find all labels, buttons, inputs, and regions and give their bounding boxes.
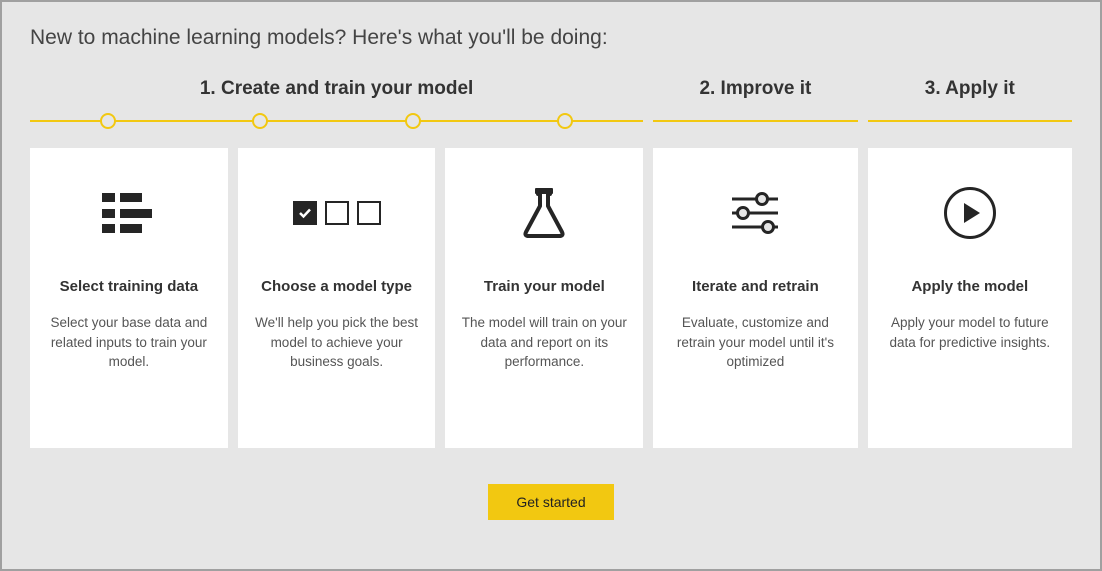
step-node-4 (557, 113, 573, 129)
step-progress-2 (653, 112, 857, 130)
step-progress-line (868, 120, 1072, 122)
card-apply-model: Apply the model Apply your model to futu… (868, 148, 1072, 448)
cards-row-2: Iterate and retrain Evaluate, customize … (653, 148, 857, 448)
card-title: Iterate and retrain (692, 278, 819, 295)
card-title: Select training data (60, 278, 198, 295)
intro-heading: New to machine learning models? Here's w… (30, 26, 1072, 50)
card-description: We'll help you pick the best model to ac… (254, 313, 420, 372)
card-train-model: Train your model The model will train on… (445, 148, 643, 448)
card-title: Choose a model type (261, 278, 412, 295)
sliders-icon (728, 186, 782, 240)
list-icon (102, 186, 156, 240)
checkbox-icon (293, 186, 381, 240)
card-title: Train your model (484, 278, 605, 295)
card-description: Select your base data and related inputs… (46, 313, 212, 372)
steps-row: 1. Create and train your model (30, 78, 1072, 448)
cards-row-3: Apply the model Apply your model to futu… (868, 148, 1072, 448)
flask-icon (521, 186, 567, 240)
card-description: Evaluate, customize and retrain your mod… (669, 313, 841, 372)
card-description: Apply your model to future data for pred… (884, 313, 1056, 352)
step-header-1: 1. Create and train your model (30, 78, 643, 100)
step-progress-line (653, 120, 857, 122)
step-group-apply: 3. Apply it Apply the model Apply your m… (868, 78, 1072, 448)
step-header-3: 3. Apply it (868, 78, 1072, 100)
card-iterate-retrain: Iterate and retrain Evaluate, customize … (653, 148, 857, 448)
get-started-button[interactable]: Get started (488, 484, 613, 520)
step-header-2: 2. Improve it (653, 78, 857, 100)
step-node-1 (100, 113, 116, 129)
card-select-training-data: Select training data Select your base da… (30, 148, 228, 448)
step-group-create-train: 1. Create and train your model (30, 78, 643, 448)
step-node-2 (252, 113, 268, 129)
step-node-3 (405, 113, 421, 129)
card-choose-model-type: Choose a model type We'll help you pick … (238, 148, 436, 448)
cards-row-1: Select training data Select your base da… (30, 148, 643, 448)
card-description: The model will train on your data and re… (461, 313, 627, 372)
step-progress-1 (30, 112, 643, 130)
step-progress-3 (868, 112, 1072, 130)
action-row: Get started (30, 484, 1072, 520)
step-progress-nodes (30, 112, 643, 130)
play-icon (944, 186, 996, 240)
ml-onboarding-panel: New to machine learning models? Here's w… (0, 0, 1102, 571)
card-title: Apply the model (911, 278, 1028, 295)
step-group-improve: 2. Improve it (653, 78, 857, 448)
